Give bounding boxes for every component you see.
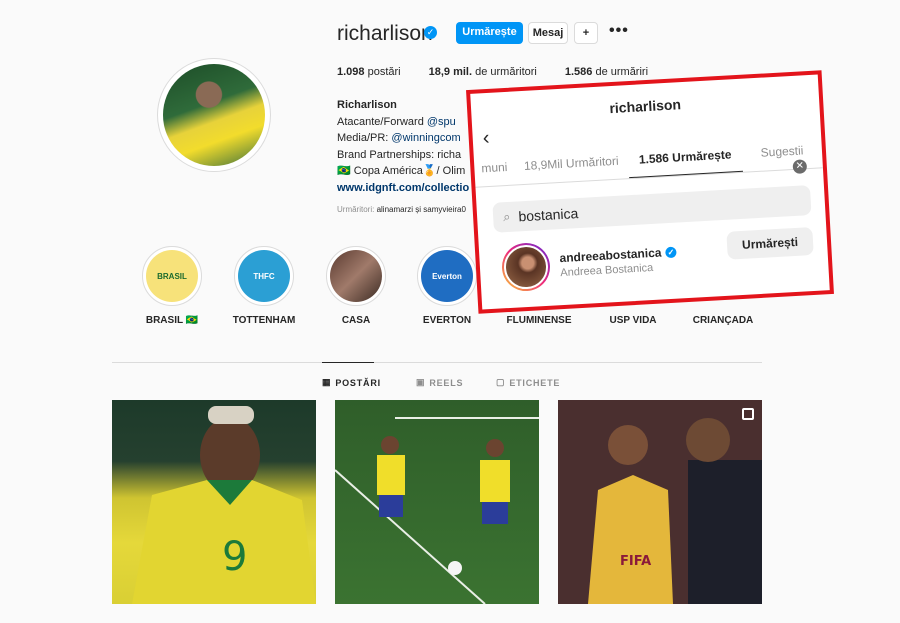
tagged-icon: ▢: [496, 377, 506, 387]
profile-stats: 1.098 postări 18,9 mil. de urmăritori 1.…: [337, 66, 648, 78]
highlight-label: CRIANÇADA: [692, 315, 754, 326]
bio-website-link[interactable]: www.idgnft.com/collectio: [337, 180, 477, 197]
tabs-divider: [112, 362, 762, 363]
following-count: 1.586: [564, 66, 593, 78]
verified-badge-icon: ✓: [424, 26, 437, 39]
profile-avatar[interactable]: [163, 64, 265, 166]
profile-avatar-ring[interactable]: [157, 58, 271, 172]
tab-suggestions[interactable]: Sugestii: [741, 132, 823, 171]
svg-text:9: 9: [222, 534, 247, 580]
posts-label: postări: [367, 66, 401, 78]
followers-stat[interactable]: 18,9 mil. de urmăritori: [429, 66, 537, 78]
followed-by-prefix: Urmăritori:: [337, 205, 377, 214]
result-avatar-photo: [502, 243, 550, 291]
result-avatar[interactable]: [500, 241, 552, 293]
highlight-label: USP VIDA: [609, 315, 657, 326]
following-status-button[interactable]: Urmărești: [726, 226, 814, 260]
grid-icon: ▦: [322, 377, 332, 387]
highlight-label: BRASIL 🇧🇷: [145, 315, 199, 326]
highlight-cover: THFC: [234, 246, 294, 306]
highlight-label: CASA: [341, 315, 371, 326]
following-search-input[interactable]: ⌕ bostanica: [492, 185, 812, 233]
highlight-tottenham[interactable]: THFC TOTTENHAM: [219, 246, 309, 326]
search-result-row[interactable]: andreeabostanica ✓ Andreea Bostanica: [500, 235, 678, 293]
tab-reels-label: REELS: [429, 377, 464, 388]
followers-count: 18,9 mil.: [428, 66, 473, 78]
highlight-cover: Everton: [417, 246, 477, 306]
verified-badge-icon: ✓: [665, 246, 677, 258]
search-value: bostanica: [517, 205, 579, 225]
highlight-cover: [326, 246, 386, 306]
panel-tabs: muni 18,9Mil Urmăritori 1.586 Urmărește …: [473, 132, 823, 188]
follow-button[interactable]: Urmărește: [456, 22, 523, 44]
brasil-crest-icon: BRASIL: [146, 250, 198, 302]
bio-line-1-text: Atacante/Forward: [337, 115, 427, 128]
bio-line-1: Atacante/Forward @spu: [337, 114, 477, 131]
tab-posts[interactable]: ▦ POSTĂRI: [322, 377, 381, 388]
tab-following[interactable]: 1.586 Urmărește: [627, 136, 744, 179]
tab-tagged-label: ETICHETE: [509, 377, 561, 388]
bio-line-2-text: Media/PR:: [337, 132, 392, 144]
tab-mutual[interactable]: muni: [473, 150, 515, 187]
svg-text:FIFA: FIFA: [620, 554, 651, 569]
followed-by-names: alinamarzi și samyvieira0: [376, 205, 466, 214]
following-search-panel: richarlison ‹ muni 18,9Mil Urmăritori 1.…: [466, 70, 834, 314]
post-thumbnail[interactable]: FIFA: [558, 400, 762, 604]
search-icon: ⌕: [502, 208, 511, 225]
post-thumbnail[interactable]: 9: [112, 400, 316, 604]
highlight-cover: BRASIL: [142, 246, 202, 306]
post-1-image: 9: [132, 406, 316, 604]
post-thumbnail[interactable]: [335, 400, 539, 604]
posts-stat[interactable]: 1.098 postări: [337, 66, 401, 78]
panel-title: richarlison: [609, 96, 682, 117]
reels-icon: ▣: [416, 377, 426, 387]
post-3-image: FIFA: [558, 400, 762, 604]
active-tab-indicator: [322, 362, 374, 363]
highlight-label: FLUMINENSE: [506, 315, 572, 326]
followers-label: de urmăritori: [475, 66, 537, 78]
carousel-icon: [742, 408, 754, 420]
posts-count: 1.098: [337, 66, 365, 78]
casa-photo: [330, 250, 382, 302]
bio-line-3: Brand Partnerships: richa: [337, 148, 462, 161]
highlight-casa[interactable]: CASA: [311, 246, 401, 326]
followed-by-text[interactable]: Urmăritori: alinamarzi și samyvieira0: [337, 205, 477, 214]
tottenham-crest-icon: THFC: [238, 250, 290, 302]
highlight-brasil[interactable]: BRASIL BRASIL 🇧🇷: [127, 246, 217, 326]
post-2-image: [335, 417, 539, 604]
tab-reels[interactable]: ▣ REELS: [416, 377, 463, 388]
bio-line-4: 🇧🇷 Copa América🏅/ Olim: [337, 165, 466, 177]
bio-line-2: Media/PR: @winningcom: [337, 130, 477, 147]
more-options-icon[interactable]: •••: [609, 22, 629, 40]
bio-name: Richarlison: [337, 99, 397, 111]
bio-media-link[interactable]: @winningcom: [391, 132, 460, 144]
result-text: andreeabostanica ✓ Andreea Bostanica: [559, 245, 677, 279]
profile-username: richarlison: [337, 22, 433, 45]
tab-posts-label: POSTĂRI: [335, 377, 381, 388]
tab-tagged[interactable]: ▢ ETICHETE: [496, 377, 560, 388]
highlight-label: EVERTON: [422, 315, 472, 326]
highlight-label: TOTTENHAM: [232, 315, 296, 326]
add-person-icon[interactable]: +: [574, 22, 598, 44]
bio-mention-link[interactable]: @spu: [427, 116, 456, 128]
tab-followers[interactable]: 18,9Mil Urmăritori: [513, 143, 629, 184]
following-label: de urmăriri: [595, 66, 649, 78]
clear-search-icon[interactable]: ✕: [792, 159, 808, 174]
back-arrow-icon[interactable]: ‹: [482, 127, 490, 150]
everton-crest-icon: Everton: [421, 250, 473, 302]
profile-bio: Richarlison Atacante/Forward @spu Media/…: [337, 97, 477, 196]
message-button[interactable]: Mesaj: [528, 22, 568, 44]
following-stat[interactable]: 1.586 de urmăriri: [565, 66, 648, 78]
